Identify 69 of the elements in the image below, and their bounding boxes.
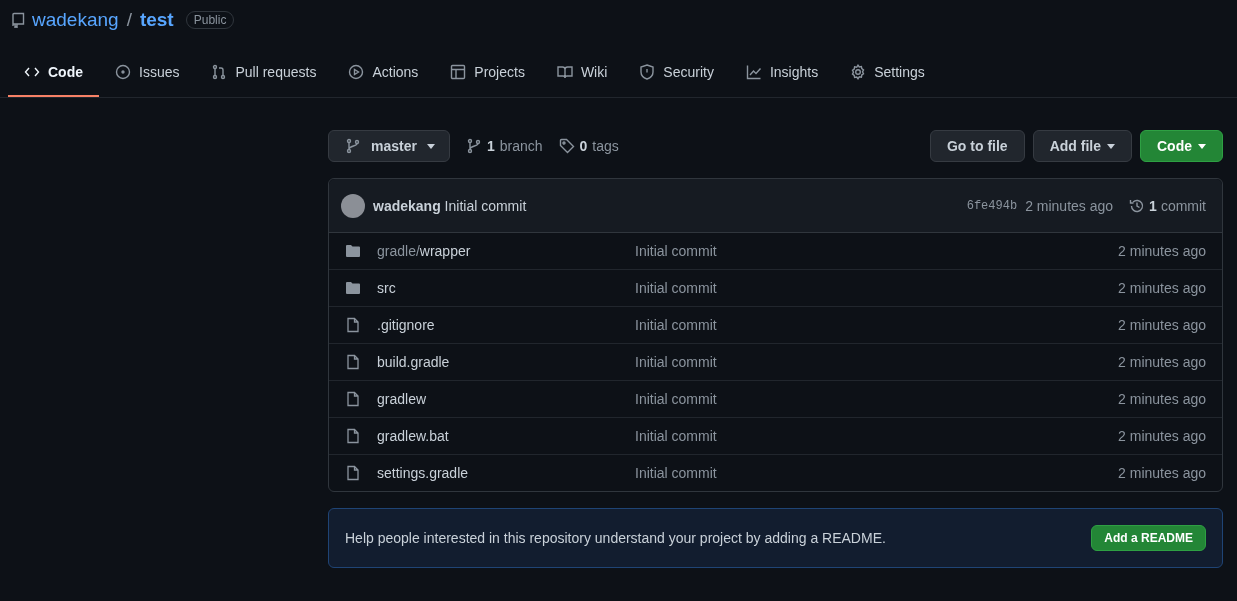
file-time: 2 minutes ago bbox=[1118, 280, 1206, 296]
file-time: 2 minutes ago bbox=[1118, 243, 1206, 259]
nav-tab[interactable]: Actions bbox=[332, 50, 435, 97]
commit-message-link[interactable]: Initial commit bbox=[635, 280, 717, 296]
file-icon bbox=[345, 317, 361, 333]
history-icon bbox=[1129, 197, 1146, 214]
nav-tab[interactable]: Security bbox=[623, 50, 730, 97]
file-icon bbox=[345, 428, 361, 444]
issue-icon bbox=[115, 64, 131, 80]
table-icon bbox=[450, 64, 467, 80]
commit-message-link[interactable]: Initial commit bbox=[635, 354, 717, 370]
commit-message-link[interactable]: Initial commit bbox=[635, 428, 717, 444]
branch-icon bbox=[345, 138, 361, 154]
commit-message-link[interactable]: Initial commit bbox=[635, 243, 717, 259]
file-link[interactable]: .gitignore bbox=[377, 317, 435, 333]
avatar bbox=[341, 193, 365, 218]
commit-sha-link[interactable]: 6fe494b bbox=[966, 198, 1018, 213]
file-link[interactable]: build.gradle bbox=[377, 354, 450, 370]
file-icon bbox=[345, 354, 361, 370]
file-icon bbox=[345, 391, 361, 407]
shield-icon bbox=[639, 64, 656, 80]
file-icon bbox=[345, 465, 361, 481]
play-icon bbox=[348, 64, 365, 80]
add-readme-button[interactable]: Add a README bbox=[1091, 525, 1206, 551]
settings-icon bbox=[850, 64, 867, 80]
branches-link[interactable]: 1 branch bbox=[465, 138, 543, 154]
file-link[interactable]: gradlew.bat bbox=[377, 428, 449, 444]
book-icon bbox=[556, 64, 573, 80]
branch-icon bbox=[465, 138, 482, 154]
owner-link[interactable]: wadekang bbox=[32, 9, 119, 31]
file-time: 2 minutes ago bbox=[1118, 317, 1206, 333]
code-button[interactable]: Code bbox=[1140, 130, 1223, 162]
graph-icon bbox=[745, 64, 762, 80]
file-time: 2 minutes ago bbox=[1118, 428, 1206, 444]
folder-icon bbox=[345, 280, 361, 296]
nav-tab[interactable]: Wiki bbox=[540, 50, 624, 97]
nav-tab[interactable]: Insights bbox=[729, 50, 835, 97]
nav-tab[interactable]: Code bbox=[8, 50, 99, 97]
commit-message-link[interactable]: Initial commit bbox=[635, 465, 717, 481]
folder-icon bbox=[345, 243, 361, 259]
caret-icon bbox=[1107, 143, 1115, 149]
repository-icon bbox=[10, 12, 26, 28]
path-separator: / bbox=[126, 9, 132, 31]
file-time: 2 minutes ago bbox=[1118, 391, 1206, 407]
banner-text: Help people interested in this repository understand your project by adding a README. bbox=[345, 530, 887, 546]
pull-request-icon bbox=[211, 64, 228, 80]
go-to-file-button[interactable]: Go to file bbox=[930, 130, 1025, 162]
commits-link[interactable]: 1 commit bbox=[1129, 197, 1206, 214]
add-file-button[interactable]: Add file bbox=[1032, 130, 1132, 162]
branch-dropdown[interactable]: master bbox=[328, 130, 450, 162]
commit-message-link[interactable]: Initial commit bbox=[635, 391, 717, 407]
tag-icon bbox=[558, 138, 575, 154]
nav-tab[interactable]: Issues bbox=[99, 50, 196, 97]
file-link[interactable]: gradlew bbox=[377, 391, 427, 407]
file-link[interactable]: settings.gradle bbox=[377, 465, 469, 481]
caret-icon bbox=[1198, 143, 1206, 149]
nav-tab[interactable]: Settings bbox=[834, 50, 941, 97]
caret-icon bbox=[426, 143, 435, 149]
file-time: 2 minutes ago bbox=[1118, 465, 1206, 481]
commit-summary: wadekang Initial commit bbox=[373, 197, 527, 214]
repository-link[interactable]: test bbox=[139, 9, 174, 31]
tags-link[interactable]: 0 tags bbox=[558, 138, 619, 154]
file-link[interactable]: src bbox=[377, 280, 396, 296]
nav-tab[interactable]: Projects bbox=[434, 50, 541, 97]
file-link[interactable]: gradle/wrapper bbox=[377, 243, 471, 259]
nav-tab[interactable]: Pull requests bbox=[195, 50, 333, 97]
commit-time: 2 minutes ago bbox=[1025, 197, 1114, 214]
file-time: 2 minutes ago bbox=[1118, 354, 1206, 370]
commit-message-link[interactable]: Initial commit bbox=[635, 317, 717, 333]
